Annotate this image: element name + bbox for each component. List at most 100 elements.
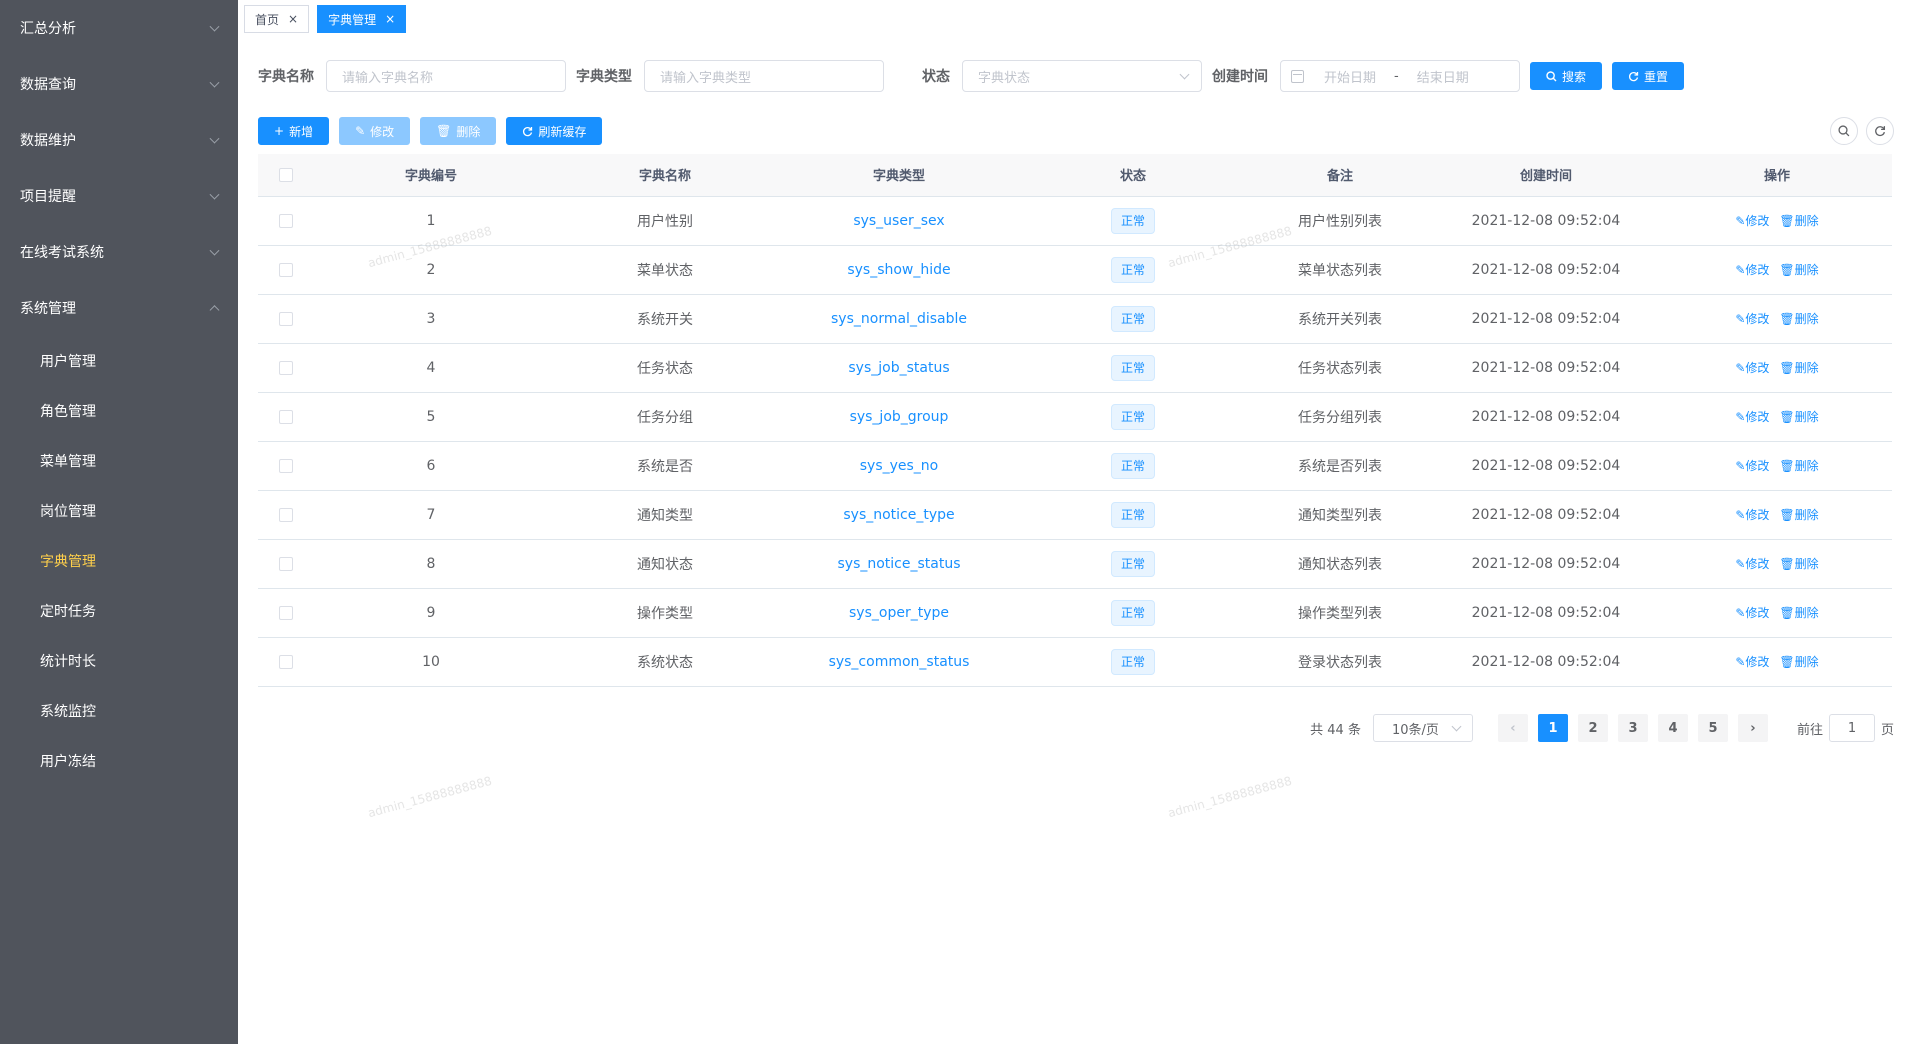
sidebar-item-user-management[interactable]: 用户管理 — [0, 336, 238, 386]
toggle-search-button[interactable] — [1830, 117, 1858, 145]
row-edit-label: 修改 — [1745, 557, 1770, 571]
row-edit-link[interactable]: ✎修改 — [1735, 410, 1769, 424]
sidebar-item-user-freeze[interactable]: 用户冻结 — [0, 736, 238, 786]
tag-home[interactable]: 首页 × — [244, 5, 310, 33]
cell-dict-type-link[interactable]: sys_user_sex — [782, 196, 1016, 246]
row-checkbox[interactable] — [279, 311, 293, 326]
edit-button[interactable]: ✎ 修改 — [339, 117, 411, 145]
row-edit-link[interactable]: ✎修改 — [1735, 557, 1769, 571]
row-checkbox[interactable] — [279, 213, 293, 228]
row-checkbox[interactable] — [279, 458, 293, 473]
row-edit-link[interactable]: ✎修改 — [1735, 459, 1769, 473]
row-select-cell — [258, 294, 314, 344]
goto-page-input[interactable]: 1 — [1828, 714, 1875, 742]
page-button[interactable]: 4 — [1657, 714, 1688, 742]
table-row: 9 操作类型 sys_oper_type 正常 操作类型列表 2021-12-08 09:… — [258, 588, 1892, 638]
create-time-range[interactable]: 开始日期 - 结束日期 — [1280, 60, 1520, 92]
sidebar-item-system-monitor[interactable]: 系统监控 — [0, 686, 238, 736]
row-edit-link[interactable]: ✎修改 — [1735, 263, 1769, 277]
sidebar-item-menu-management[interactable]: 菜单管理 — [0, 436, 238, 486]
row-delete-link[interactable]: 🗑删除 — [1779, 214, 1818, 228]
menu-project-reminder[interactable]: 项目提醒 — [0, 168, 238, 224]
next-page-button[interactable]: › — [1737, 714, 1768, 742]
tag-label: 字典管理 — [328, 12, 377, 27]
cell-dict-type-link[interactable]: sys_notice_status — [782, 539, 1016, 589]
cell-create-time: 2021-12-08 09:52:04 — [1430, 196, 1662, 246]
cell-remark: 用户性别列表 — [1250, 196, 1430, 246]
row-delete-link[interactable]: 🗑删除 — [1779, 655, 1818, 669]
cell-dict-type-link[interactable]: sys_show_hide — [782, 245, 1016, 295]
start-date-input[interactable]: 开始日期 — [1324, 67, 1376, 86]
row-delete-link[interactable]: 🗑删除 — [1779, 606, 1818, 620]
row-edit-link[interactable]: ✎修改 — [1735, 312, 1769, 326]
cell-dict-id: 4 — [314, 343, 548, 393]
row-checkbox[interactable] — [279, 556, 293, 571]
sidebar-item-scheduled-tasks[interactable]: 定时任务 — [0, 586, 238, 636]
cell-dict-id: 3 — [314, 294, 548, 344]
prev-page-button[interactable]: ‹ — [1497, 714, 1528, 742]
reset-button[interactable]: 重置 — [1612, 62, 1685, 90]
row-checkbox[interactable] — [279, 654, 293, 669]
dict-name-input[interactable]: 请输入字典名称 — [326, 60, 566, 92]
search-button[interactable]: 搜索 — [1530, 62, 1603, 90]
menu-online-exam[interactable]: 在线考试系统 — [0, 224, 238, 280]
cell-dict-type-link[interactable]: sys_job_status — [782, 343, 1016, 393]
cell-dict-type-link[interactable]: sys_job_group — [782, 392, 1016, 442]
row-delete-link[interactable]: 🗑删除 — [1779, 508, 1818, 522]
page-button[interactable]: 3 — [1617, 714, 1648, 742]
sidebar-item-post-management[interactable]: 岗位管理 — [0, 486, 238, 536]
refresh-table-button[interactable] — [1866, 117, 1894, 145]
cell-dict-type-link[interactable]: sys_oper_type — [782, 588, 1016, 638]
row-edit-link[interactable]: ✎修改 — [1735, 606, 1769, 620]
page-button[interactable]: 5 — [1697, 714, 1728, 742]
sidebar-item-stat-duration[interactable]: 统计时长 — [0, 636, 238, 686]
page-button[interactable]: 2 — [1577, 714, 1608, 742]
row-delete-link[interactable]: 🗑删除 — [1779, 557, 1818, 571]
cell-dict-type-link[interactable]: sys_common_status — [782, 637, 1016, 687]
row-checkbox[interactable] — [279, 360, 293, 375]
sidebar-item-dict-management[interactable]: 字典管理 — [0, 536, 238, 586]
row-edit-link[interactable]: ✎修改 — [1735, 214, 1769, 228]
cell-dict-type-link[interactable]: sys_notice_type — [782, 490, 1016, 540]
row-checkbox[interactable] — [279, 262, 293, 277]
cell-actions: ✎修改 🗑删除 — [1662, 294, 1892, 344]
page-button[interactable]: 1 — [1537, 714, 1568, 742]
tag-dict-management[interactable]: 字典管理 × — [317, 5, 407, 33]
sidebar-item-role-management[interactable]: 角色管理 — [0, 386, 238, 436]
row-delete-link[interactable]: 🗑删除 — [1779, 410, 1818, 424]
menu-data-maintenance[interactable]: 数据维护 — [0, 112, 238, 168]
row-edit-link[interactable]: ✎修改 — [1735, 508, 1769, 522]
cell-status: 正常 — [1016, 588, 1250, 638]
cell-dict-id: 6 — [314, 441, 548, 491]
cell-dict-type-link[interactable]: sys_yes_no — [782, 441, 1016, 491]
row-edit-link[interactable]: ✎修改 — [1735, 655, 1769, 669]
row-delete-link[interactable]: 🗑删除 — [1779, 459, 1818, 473]
row-delete-link[interactable]: 🗑删除 — [1779, 361, 1818, 375]
end-date-input[interactable]: 结束日期 — [1417, 67, 1469, 86]
close-icon[interactable]: × — [385, 12, 395, 26]
dict-type-input[interactable]: 请输入字典类型 — [644, 60, 884, 92]
cell-dict-name: 操作类型 — [548, 588, 782, 638]
row-checkbox[interactable] — [279, 507, 293, 522]
menu-system-management[interactable]: 系统管理 — [0, 280, 238, 336]
delete-button[interactable]: 🗑 删除 — [420, 117, 497, 145]
menu-summary-analysis[interactable]: 汇总分析 — [0, 0, 238, 56]
row-edit-link[interactable]: ✎修改 — [1735, 361, 1769, 375]
row-delete-link[interactable]: 🗑删除 — [1779, 263, 1818, 277]
cell-status: 正常 — [1016, 294, 1250, 344]
sub-menu-label: 菜单管理 — [40, 454, 96, 470]
select-all-checkbox[interactable] — [279, 167, 293, 182]
row-edit-label: 修改 — [1745, 410, 1770, 424]
add-button[interactable]: + 新增 — [258, 117, 330, 145]
row-checkbox[interactable] — [279, 409, 293, 424]
cell-remark: 登录状态列表 — [1250, 637, 1430, 687]
status-select[interactable]: 字典状态 — [962, 60, 1202, 92]
cell-dict-type-link[interactable]: sys_normal_disable — [782, 294, 1016, 344]
page-size-select[interactable]: 10条/页 — [1372, 714, 1473, 742]
refresh-cache-button[interactable]: 刷新缓存 — [506, 117, 603, 145]
row-checkbox[interactable] — [279, 605, 293, 620]
menu-data-query[interactable]: 数据查询 — [0, 56, 238, 112]
row-delete-link[interactable]: 🗑删除 — [1779, 312, 1818, 326]
close-icon[interactable]: × — [288, 12, 298, 26]
cell-dict-id: 10 — [314, 637, 548, 687]
